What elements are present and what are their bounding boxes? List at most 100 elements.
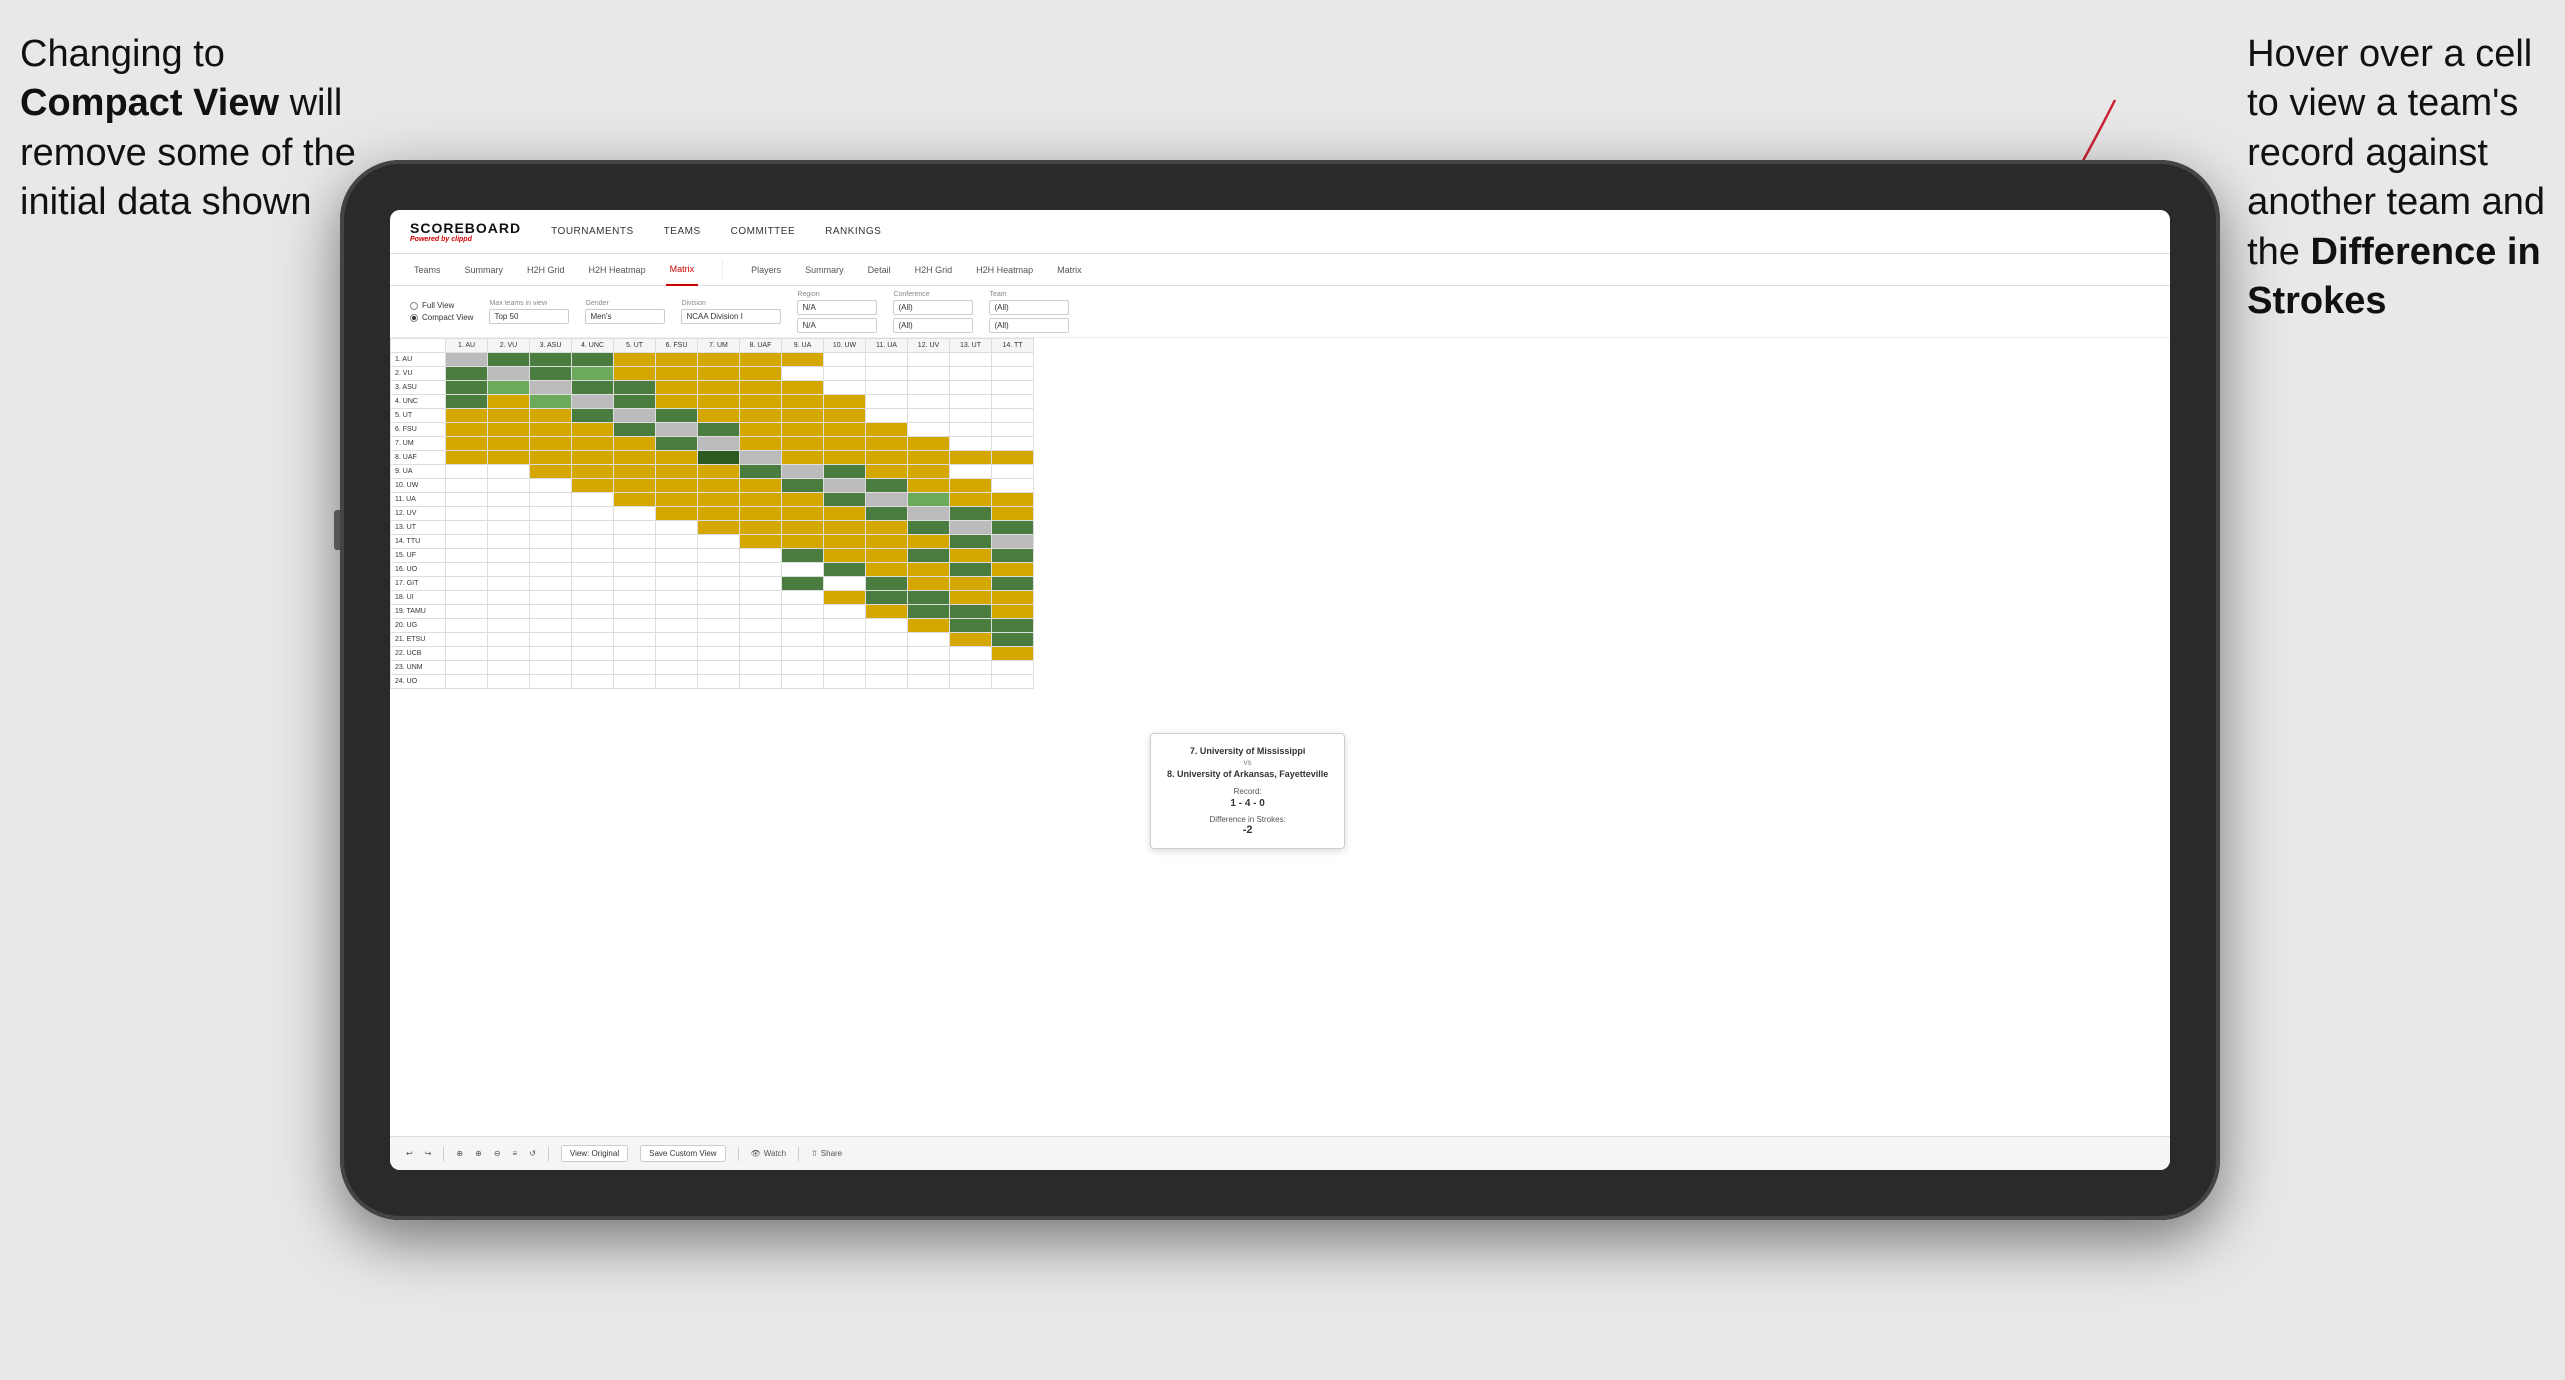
subnav-players-matrix[interactable]: Matrix — [1053, 254, 1086, 286]
matrix-cell[interactable] — [698, 423, 740, 437]
matrix-cell[interactable] — [908, 437, 950, 451]
matrix-cell[interactable] — [782, 437, 824, 451]
matrix-cell[interactable] — [992, 395, 1034, 409]
matrix-cell[interactable] — [446, 409, 488, 423]
matrix-cell[interactable] — [824, 437, 866, 451]
matrix-cell[interactable] — [572, 451, 614, 465]
matrix-cell[interactable] — [488, 367, 530, 381]
matrix-cell[interactable] — [824, 465, 866, 479]
matrix-cell[interactable] — [908, 591, 950, 605]
toolbar-refresh[interactable]: ⊕ — [456, 1149, 463, 1158]
matrix-cell[interactable] — [572, 563, 614, 577]
matrix-cell[interactable] — [614, 437, 656, 451]
matrix-cell[interactable] — [530, 493, 572, 507]
subnav-detail[interactable]: Detail — [864, 254, 895, 286]
matrix-cell[interactable] — [740, 619, 782, 633]
matrix-cell[interactable] — [740, 437, 782, 451]
matrix-cell[interactable] — [824, 479, 866, 493]
matrix-cell[interactable] — [572, 353, 614, 367]
matrix-cell[interactable] — [740, 367, 782, 381]
matrix-cell[interactable] — [698, 507, 740, 521]
matrix-cell[interactable] — [614, 661, 656, 675]
matrix-cell[interactable] — [992, 465, 1034, 479]
matrix-cell[interactable] — [992, 605, 1034, 619]
matrix-cell[interactable] — [698, 535, 740, 549]
matrix-cell[interactable] — [782, 535, 824, 549]
matrix-cell[interactable] — [950, 395, 992, 409]
matrix-cell[interactable] — [782, 633, 824, 647]
matrix-cell[interactable] — [656, 577, 698, 591]
matrix-cell[interactable] — [950, 647, 992, 661]
matrix-cell[interactable] — [908, 619, 950, 633]
matrix-cell[interactable] — [656, 367, 698, 381]
matrix-cell[interactable] — [992, 549, 1034, 563]
matrix-cell[interactable] — [656, 619, 698, 633]
matrix-cell[interactable] — [950, 661, 992, 675]
matrix-cell[interactable] — [782, 661, 824, 675]
matrix-cell[interactable] — [866, 507, 908, 521]
matrix-cell[interactable] — [698, 605, 740, 619]
matrix-cell[interactable] — [824, 493, 866, 507]
matrix-cell[interactable] — [656, 507, 698, 521]
region-select[interactable]: N/A — [797, 300, 877, 315]
matrix-cell[interactable] — [488, 493, 530, 507]
toolbar-menu[interactable]: ≡ — [513, 1149, 518, 1158]
matrix-cell[interactable] — [698, 395, 740, 409]
matrix-cell[interactable] — [656, 535, 698, 549]
matrix-cell[interactable] — [824, 395, 866, 409]
matrix-cell[interactable] — [488, 437, 530, 451]
matrix-cell[interactable] — [950, 535, 992, 549]
matrix-cell[interactable] — [488, 549, 530, 563]
matrix-cell[interactable] — [572, 423, 614, 437]
matrix-cell[interactable] — [530, 675, 572, 689]
matrix-cell[interactable] — [866, 367, 908, 381]
matrix-cell[interactable] — [866, 423, 908, 437]
matrix-cell[interactable] — [446, 633, 488, 647]
matrix-cell[interactable] — [572, 521, 614, 535]
matrix-cell[interactable] — [740, 549, 782, 563]
matrix-cell[interactable] — [950, 549, 992, 563]
matrix-cell[interactable] — [908, 633, 950, 647]
matrix-cell[interactable] — [866, 563, 908, 577]
matrix-cell[interactable] — [614, 381, 656, 395]
compact-view-option[interactable]: Compact View — [410, 313, 473, 322]
matrix-cell[interactable] — [530, 465, 572, 479]
view-original-btn[interactable]: View: Original — [561, 1145, 628, 1162]
matrix-cell[interactable] — [488, 605, 530, 619]
matrix-cell[interactable] — [488, 451, 530, 465]
matrix-cell[interactable] — [908, 409, 950, 423]
matrix-cell[interactable] — [530, 507, 572, 521]
matrix-cell[interactable] — [908, 507, 950, 521]
matrix-cell[interactable] — [530, 591, 572, 605]
matrix-cell[interactable] — [992, 409, 1034, 423]
matrix-cell[interactable] — [992, 451, 1034, 465]
matrix-cell[interactable] — [488, 647, 530, 661]
matrix-cell[interactable] — [530, 423, 572, 437]
matrix-cell[interactable] — [866, 521, 908, 535]
matrix-cell[interactable] — [782, 367, 824, 381]
matrix-cell[interactable] — [992, 479, 1034, 493]
matrix-cell[interactable] — [866, 493, 908, 507]
nav-tournaments[interactable]: TOURNAMENTS — [551, 226, 634, 237]
matrix-cell[interactable] — [950, 493, 992, 507]
matrix-cell[interactable] — [446, 591, 488, 605]
matrix-cell[interactable] — [614, 675, 656, 689]
matrix-cell[interactable] — [782, 451, 824, 465]
matrix-cell[interactable] — [530, 633, 572, 647]
matrix-cell[interactable] — [488, 661, 530, 675]
matrix-cell[interactable] — [782, 395, 824, 409]
matrix-cell[interactable] — [572, 367, 614, 381]
team-select2[interactable]: (All) — [989, 318, 1069, 333]
matrix-cell[interactable] — [824, 605, 866, 619]
matrix-cell[interactable] — [992, 563, 1034, 577]
matrix-cell[interactable] — [908, 367, 950, 381]
matrix-cell[interactable] — [572, 395, 614, 409]
matrix-cell[interactable] — [572, 409, 614, 423]
matrix-cell[interactable] — [656, 423, 698, 437]
matrix-cell[interactable] — [698, 409, 740, 423]
matrix-cell[interactable] — [740, 605, 782, 619]
matrix-cell[interactable] — [824, 563, 866, 577]
matrix-cell[interactable] — [992, 535, 1034, 549]
matrix-cell[interactable] — [866, 647, 908, 661]
matrix-cell[interactable] — [446, 675, 488, 689]
